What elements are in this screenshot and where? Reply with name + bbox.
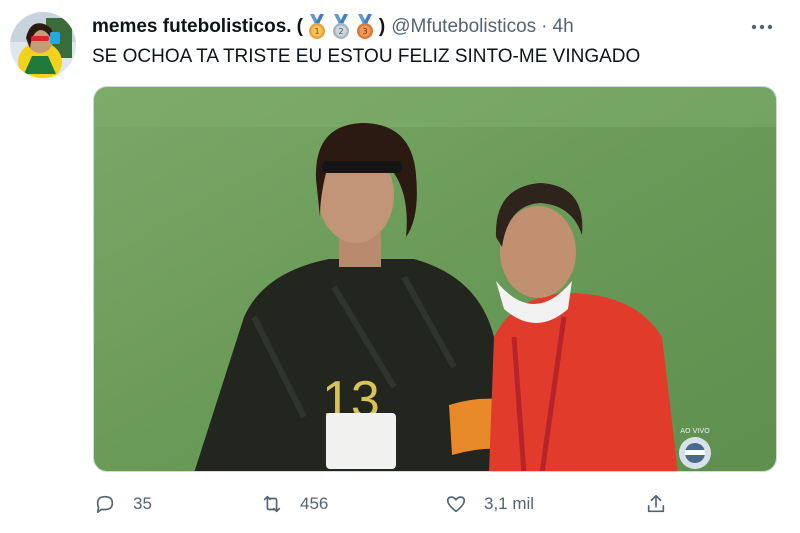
medal-emojis: 1 2 3 xyxy=(305,14,377,40)
share-button[interactable] xyxy=(644,486,668,522)
tweet-actions: 35 456 3,1 mil xyxy=(93,486,693,522)
name-paren-close: ) xyxy=(378,16,386,37)
ellipsis-icon xyxy=(751,24,773,30)
share-icon xyxy=(644,492,668,516)
gold-medal-number: 1 xyxy=(314,27,319,36)
author-handle[interactable]: @Mfutebolisticos xyxy=(391,14,536,40)
tweet-card: memes futebolisticos. ( 1 2 3) @Mfutebo… xyxy=(0,0,800,533)
more-options-button[interactable] xyxy=(748,14,776,40)
author-name[interactable]: memes futebolisticos. xyxy=(92,14,292,40)
bronze-medal-number: 3 xyxy=(362,27,367,36)
tweet-text: SE OCHOA TA TRISTE EU ESTOU FELIZ SINTO-… xyxy=(92,46,641,67)
retweet-count: 456 xyxy=(300,494,329,513)
reply-count: 35 xyxy=(133,494,152,513)
reply-button[interactable]: 35 xyxy=(93,486,152,522)
gold-medal-icon: 1 xyxy=(308,14,325,39)
like-button[interactable]: 3,1 mil xyxy=(444,486,534,522)
heart-icon xyxy=(444,492,468,516)
live-label: AO VIVO xyxy=(680,427,710,435)
tweet-image[interactable]: 13 AO VIVO xyxy=(93,86,777,472)
like-count: 3,1 mil xyxy=(484,494,535,513)
silver-medal-icon: 2 xyxy=(332,14,349,39)
silver-medal-number: 2 xyxy=(338,27,343,36)
header-separator: · xyxy=(541,16,548,37)
name-paren-open: ( xyxy=(296,16,303,37)
retweet-button[interactable]: 456 xyxy=(260,486,328,522)
author-avatar[interactable] xyxy=(10,12,76,78)
retweet-icon xyxy=(260,492,284,516)
tweet-header: memes futebolisticos. ( 1 2 3) @Mfutebo… xyxy=(92,14,574,40)
speech-bubble-icon xyxy=(93,492,117,516)
tweet-timestamp[interactable]: 4h xyxy=(553,14,574,40)
bronze-medal-icon: 3 xyxy=(356,14,373,39)
